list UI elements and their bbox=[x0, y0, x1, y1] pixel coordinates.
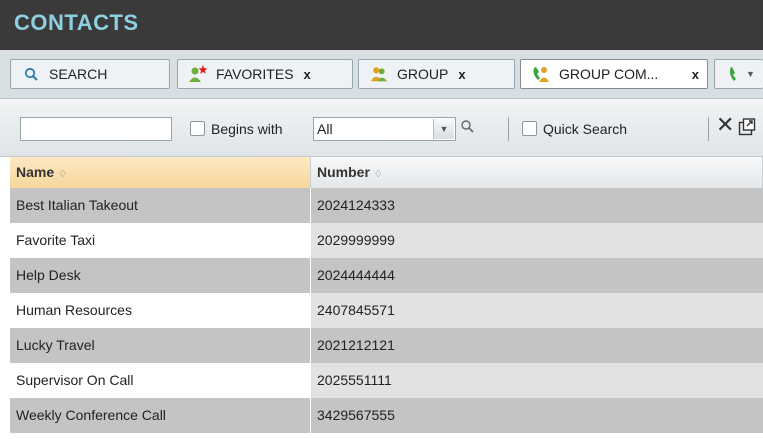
contact-name: Best Italian Takeout bbox=[10, 188, 311, 223]
contact-name: Supervisor On Call bbox=[10, 363, 311, 398]
quick-search-label: Quick Search bbox=[543, 121, 628, 137]
group-icon bbox=[369, 65, 389, 83]
contact-name: Weekly Conference Call bbox=[10, 398, 311, 433]
sort-icon: ♢ bbox=[58, 169, 68, 180]
search-icon bbox=[21, 65, 41, 83]
panel-title: CONTACTS bbox=[14, 10, 139, 35]
contact-name: Favorite Taxi bbox=[10, 223, 311, 258]
tab-search[interactable]: SEARCH bbox=[10, 59, 170, 89]
close-tab-icon[interactable]: x bbox=[304, 67, 311, 82]
column-header-number[interactable]: Number ♢ bbox=[311, 157, 763, 188]
search-toolbar: Begins with All ▼ Quick Search ✕ bbox=[0, 99, 763, 157]
contact-number: 2024444444 bbox=[311, 258, 763, 293]
column-header-label: Name bbox=[16, 164, 55, 180]
popout-icon[interactable] bbox=[738, 118, 756, 141]
contact-number: 2025551111 bbox=[311, 363, 763, 398]
begins-with-label: Begins with bbox=[211, 121, 283, 137]
tab-label: GROUP bbox=[397, 66, 449, 82]
tab-group[interactable]: GROUP x bbox=[358, 59, 515, 89]
table-row[interactable]: Supervisor On Call 2025551111 bbox=[10, 363, 763, 398]
contact-name: Human Resources bbox=[10, 293, 311, 328]
toolbar-divider bbox=[508, 117, 509, 141]
close-tab-icon[interactable]: x bbox=[692, 67, 699, 82]
group-common-icon bbox=[531, 65, 551, 83]
clear-icon[interactable]: ✕ bbox=[716, 113, 734, 137]
title-bar: CONTACTS bbox=[0, 0, 763, 50]
contact-number: 2029999999 bbox=[311, 223, 763, 258]
table-row[interactable]: Favorite Taxi 2029999999 bbox=[10, 223, 763, 258]
tab-label: FAVORITES bbox=[216, 66, 294, 82]
toolbar-divider bbox=[708, 117, 709, 141]
tab-bar: SEARCH FAVORITES x GROUP x GROUP COM... … bbox=[0, 50, 763, 99]
column-header-label: Number bbox=[317, 164, 370, 180]
column-header-name[interactable]: Name ♢ bbox=[10, 157, 311, 188]
close-tab-icon[interactable]: x bbox=[458, 67, 465, 82]
begins-with-checkbox[interactable] bbox=[190, 121, 205, 136]
tab-more[interactable]: ▼ bbox=[714, 59, 763, 89]
quick-search-checkbox[interactable] bbox=[522, 121, 537, 136]
table-row[interactable]: Human Resources 2407845571 bbox=[10, 293, 763, 328]
tab-label: SEARCH bbox=[49, 66, 108, 82]
search-icon[interactable] bbox=[460, 119, 474, 138]
favorites-icon bbox=[188, 65, 208, 83]
sort-icon: ♢ bbox=[373, 169, 383, 180]
tab-favorites[interactable]: FAVORITES x bbox=[177, 59, 353, 89]
table-row[interactable]: Weekly Conference Call 3429567555 bbox=[10, 398, 763, 433]
tab-overflow-chevron-icon[interactable]: ▼ bbox=[746, 69, 755, 79]
tab-group-common[interactable]: GROUP COM... x bbox=[520, 59, 708, 89]
phone-icon bbox=[725, 65, 745, 83]
contact-name: Lucky Travel bbox=[10, 328, 311, 363]
contact-number: 3429567555 bbox=[311, 398, 763, 433]
filter-select[interactable]: All ▼ bbox=[313, 117, 456, 141]
filter-select-value: All bbox=[317, 121, 333, 137]
contact-number: 2024124333 bbox=[311, 188, 763, 223]
contact-name: Help Desk bbox=[10, 258, 311, 293]
contact-number: 2021212121 bbox=[311, 328, 763, 363]
search-input[interactable] bbox=[20, 117, 172, 141]
table-row[interactable]: Help Desk 2024444444 bbox=[10, 258, 763, 293]
table-row[interactable]: Best Italian Takeout 2024124333 bbox=[10, 188, 763, 223]
chevron-down-icon[interactable]: ▼ bbox=[433, 119, 454, 139]
contact-number: 2407845571 bbox=[311, 293, 763, 328]
tab-label: GROUP COM... bbox=[559, 66, 659, 82]
table-row[interactable]: Lucky Travel 2021212121 bbox=[10, 328, 763, 363]
